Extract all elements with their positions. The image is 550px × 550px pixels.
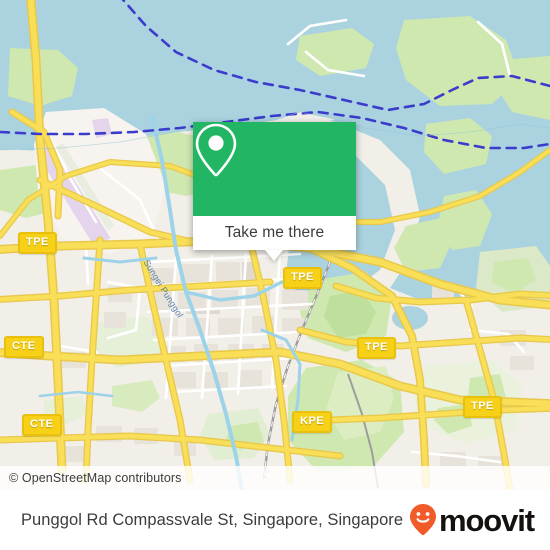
highway-shield-cte-1[interactable]: CTE: [4, 336, 44, 358]
footer-bar: Punggol Rd Compassvale St, Singapore, Si…: [0, 490, 550, 550]
map-attribution-bar: © OpenStreetMap contributors: [0, 466, 550, 490]
map-canvas[interactable]: Sungei Punggol TPE CTE CTE TPE TPE KPE T…: [0, 0, 550, 490]
destination-popup-card[interactable]: Take me there: [193, 122, 356, 261]
moovit-pin-smiley-icon: [409, 504, 436, 536]
moovit-logo[interactable]: moovit: [408, 503, 550, 537]
take-me-there-label: Take me there: [224, 224, 325, 241]
popup-icon-area: [193, 122, 356, 216]
highway-shield-tpe-4[interactable]: TPE: [463, 396, 502, 418]
highway-shield-kpe[interactable]: KPE: [292, 411, 333, 433]
moovit-wordmark: moovit: [438, 502, 535, 538]
take-me-there-button[interactable]: Take me there: [193, 216, 356, 250]
highway-shield-tpe-1[interactable]: TPE: [18, 232, 57, 254]
location-title: Punggol Rd Compassvale St, Singapore, Si…: [21, 510, 404, 529]
popup-pointer: [265, 250, 283, 261]
highway-shield-cte-2[interactable]: CTE: [22, 414, 62, 436]
highway-shield-tpe-3[interactable]: TPE: [357, 337, 396, 359]
moovit-map-screenshot: Sungei Punggol TPE CTE CTE TPE TPE KPE T…: [0, 0, 550, 550]
attribution-text[interactable]: © OpenStreetMap contributors: [0, 471, 182, 485]
highway-shield-tpe-2[interactable]: TPE: [283, 267, 322, 289]
map-pin-icon: [195, 123, 237, 177]
